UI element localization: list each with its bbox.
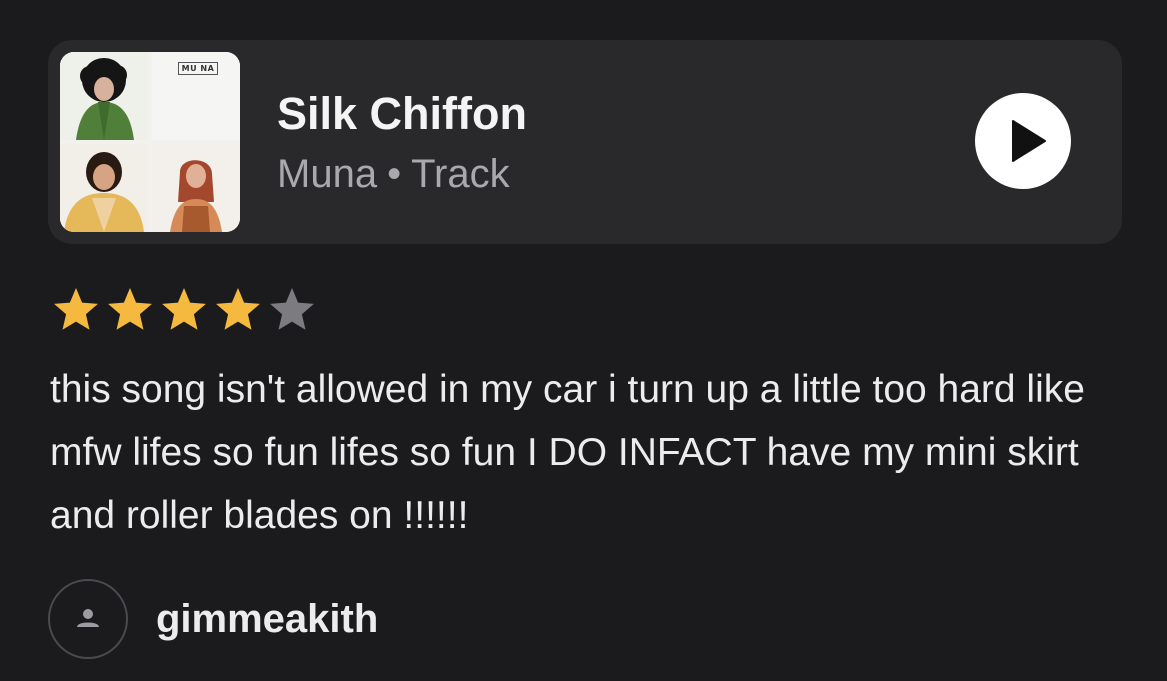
review-text: this song isn't allowed in my car i turn… xyxy=(50,368,1085,537)
star-icon-filled xyxy=(54,288,98,330)
play-icon xyxy=(1012,120,1046,162)
star-icon-filled xyxy=(216,288,260,330)
user-avatar-icon[interactable] xyxy=(48,579,128,659)
star-icon-filled xyxy=(162,288,206,330)
muna-logo: MU NA xyxy=(178,62,218,75)
star-icon-empty xyxy=(270,288,314,330)
star-icon-filled xyxy=(108,288,152,330)
artist-name[interactable]: Muna xyxy=(277,152,377,196)
meta-separator: • xyxy=(387,152,402,196)
author-username[interactable]: gimmeakith xyxy=(156,597,378,642)
star-rating xyxy=(50,286,318,334)
review-page: MU NA Silk Chiffon Muna • Track this son… xyxy=(0,0,1167,681)
review-author[interactable]: gimmeakith xyxy=(48,577,378,661)
cover-photo-curly-hair-green-jacket xyxy=(60,52,148,140)
track-info: Silk Chiffon Muna • Track xyxy=(277,88,527,198)
cover-photo-red-hair xyxy=(152,144,240,232)
track-title[interactable]: Silk Chiffon xyxy=(277,88,527,140)
item-type: Track xyxy=(411,152,510,196)
cover-logo-panel: MU NA xyxy=(152,52,240,140)
play-button[interactable] xyxy=(975,93,1071,189)
album-cover: MU NA xyxy=(60,52,240,232)
track-card[interactable]: MU NA Silk Chiffon Muna • Track xyxy=(48,40,1122,244)
cover-photo-yellow-jacket xyxy=(60,144,148,232)
track-meta: Muna • Track xyxy=(277,150,527,198)
